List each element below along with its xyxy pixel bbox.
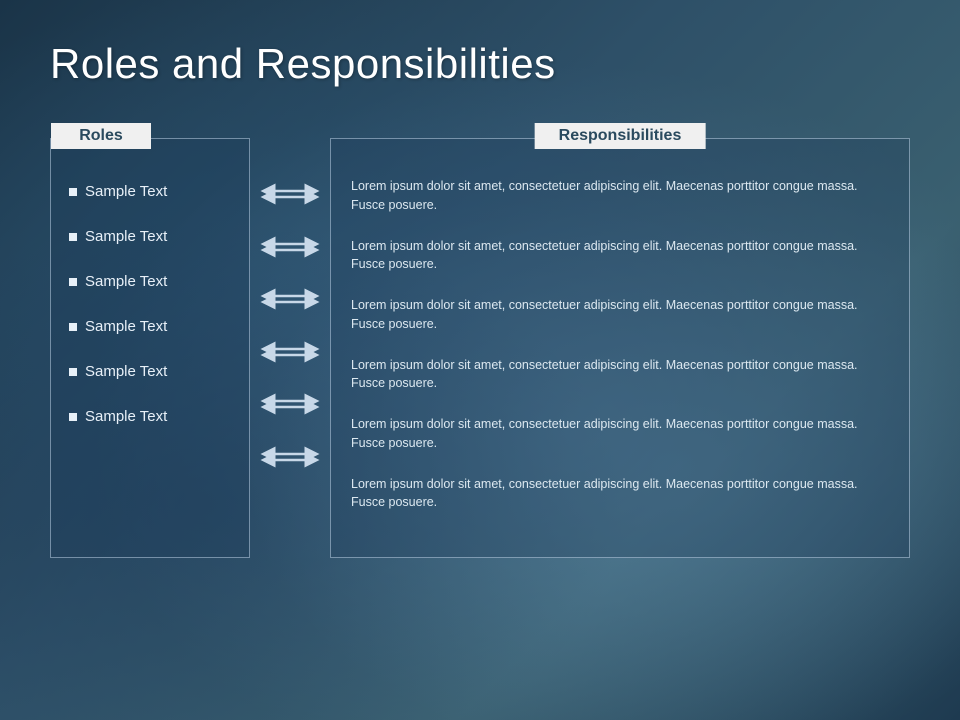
responsibility-text: Lorem ipsum dolor sit amet, consectetuer…: [351, 298, 858, 331]
list-item: Lorem ipsum dolor sit amet, consectetuer…: [351, 405, 889, 465]
list-item: Lorem ipsum dolor sit amet, consectetuer…: [351, 227, 889, 287]
responsibility-text: Lorem ipsum dolor sit amet, consectetuer…: [351, 239, 858, 272]
role-label: Sample Text: [85, 183, 167, 200]
roles-list: Sample Text Sample Text Sample Text Samp…: [51, 139, 249, 459]
arrow-connector: [260, 221, 320, 274]
arrow-connector: [260, 273, 320, 326]
list-item: Sample Text: [61, 259, 239, 304]
responsibility-text: Lorem ipsum dolor sit amet, consectetuer…: [351, 358, 858, 391]
page-title: Roles and Responsibilities: [50, 40, 910, 88]
list-item: Sample Text: [61, 169, 239, 214]
responsibility-text: Lorem ipsum dolor sit amet, consectetuer…: [351, 477, 858, 510]
double-arrow-icon: [260, 341, 320, 363]
double-arrow-icon: [260, 446, 320, 468]
list-item: Sample Text: [61, 214, 239, 259]
list-item: Lorem ipsum dolor sit amet, consectetuer…: [351, 169, 889, 227]
bullet-icon: [69, 368, 77, 376]
double-arrow-icon: [260, 393, 320, 415]
responsibilities-header: Responsibilities: [535, 123, 706, 149]
arrow-connector: [260, 326, 320, 379]
bullet-icon: [69, 188, 77, 196]
role-label: Sample Text: [85, 228, 167, 245]
roles-panel: Roles Sample Text Sample Text Sample Tex…: [50, 138, 250, 558]
arrow-connector: [260, 168, 320, 221]
bullet-icon: [69, 323, 77, 331]
list-item: Sample Text: [61, 304, 239, 349]
list-item: Sample Text: [61, 394, 239, 439]
bullet-icon: [69, 413, 77, 421]
role-label: Sample Text: [85, 408, 167, 425]
list-item: Sample Text: [61, 349, 239, 394]
list-item: Lorem ipsum dolor sit amet, consectetuer…: [351, 346, 889, 406]
main-layout: Roles Sample Text Sample Text Sample Tex…: [50, 138, 910, 690]
responsibility-text: Lorem ipsum dolor sit amet, consectetuer…: [351, 417, 858, 450]
responsibility-text: Lorem ipsum dolor sit amet, consectetuer…: [351, 179, 858, 212]
roles-header: Roles: [51, 123, 151, 149]
arrow-connector: [260, 431, 320, 484]
bullet-icon: [69, 278, 77, 286]
double-arrow-icon: [260, 183, 320, 205]
role-label: Sample Text: [85, 318, 167, 335]
list-item: Lorem ipsum dolor sit amet, consectetuer…: [351, 465, 889, 525]
double-arrow-icon: [260, 236, 320, 258]
list-item: Lorem ipsum dolor sit amet, consectetuer…: [351, 286, 889, 346]
responsibilities-panel: Responsibilities Lorem ipsum dolor sit a…: [330, 138, 910, 558]
page-content: Roles and Responsibilities Roles Sample …: [0, 0, 960, 720]
role-label: Sample Text: [85, 363, 167, 380]
double-arrow-icon: [260, 288, 320, 310]
arrow-connector: [260, 378, 320, 431]
responsibilities-list: Lorem ipsum dolor sit amet, consectetuer…: [331, 139, 909, 544]
arrows-panel: [250, 138, 330, 483]
bullet-icon: [69, 233, 77, 241]
role-label: Sample Text: [85, 273, 167, 290]
